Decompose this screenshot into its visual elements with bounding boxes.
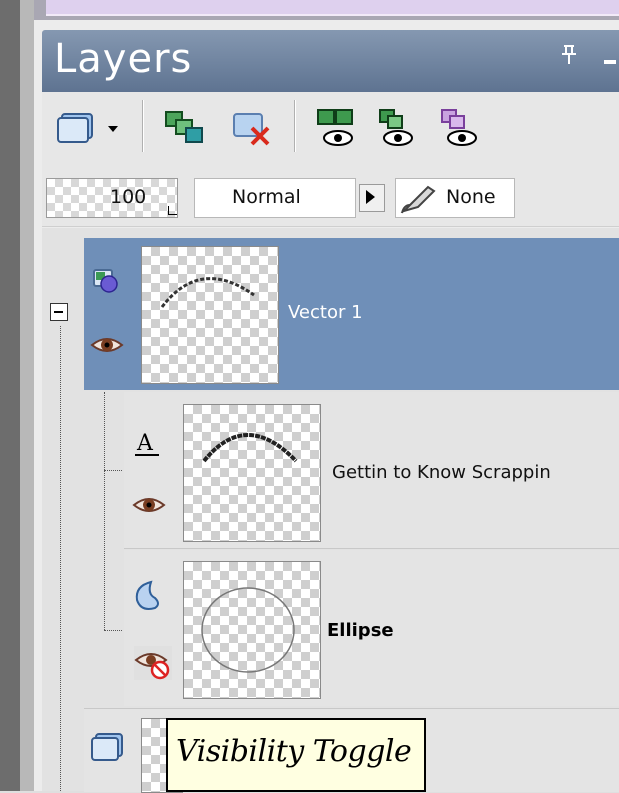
tooltip-text: Visibility Toggle [176,734,412,769]
panel-title: Layers [54,36,193,82]
tree-line [104,392,105,630]
svg-text:A: A [136,431,154,456]
invert-visibility-icon[interactable] [374,106,426,158]
delete-layer-icon[interactable] [230,108,280,154]
toolbar-separator [294,100,296,152]
layer-name: Gettin to Know Scrappin [332,462,551,483]
opacity-slider-grip-icon[interactable] [168,206,177,215]
layer-name: Vector 1 [288,302,363,323]
duplicate-layer-icon[interactable] [162,108,212,154]
window-left-edge [0,0,20,791]
top-frame-inner [46,0,619,16]
layer-thumbnail [183,404,321,542]
mask-value: None [446,186,496,208]
raster-layer-icon [90,732,126,768]
brush-icon [398,181,442,219]
vector-layer-icon [92,266,122,300]
pin-icon[interactable] [560,44,578,72]
triangle-right-icon [366,190,375,204]
text-object-icon: A [133,428,163,464]
layer-name: Ellipse [327,620,394,641]
layer-thumbnail [183,561,321,699]
tree-line [104,470,122,471]
tree-line [60,326,61,791]
hide-all-layers-icon[interactable] [436,106,488,158]
toolbar-separator [142,100,144,152]
window-frame [20,0,34,791]
opacity-value: 100 [110,186,147,208]
eye-icon[interactable] [90,334,124,360]
minimize-icon[interactable] [604,60,616,64]
tree-line [104,630,122,631]
show-all-layers-icon[interactable] [312,106,364,158]
shape-object-icon [133,580,163,618]
eye-icon[interactable] [132,494,166,520]
blend-mode-value: Normal [232,186,301,208]
layer-thumbnail [141,246,279,384]
eye-hidden-icon[interactable] [134,646,172,684]
new-layer-dropdown-icon[interactable] [56,108,128,152]
minus-icon [54,311,63,313]
